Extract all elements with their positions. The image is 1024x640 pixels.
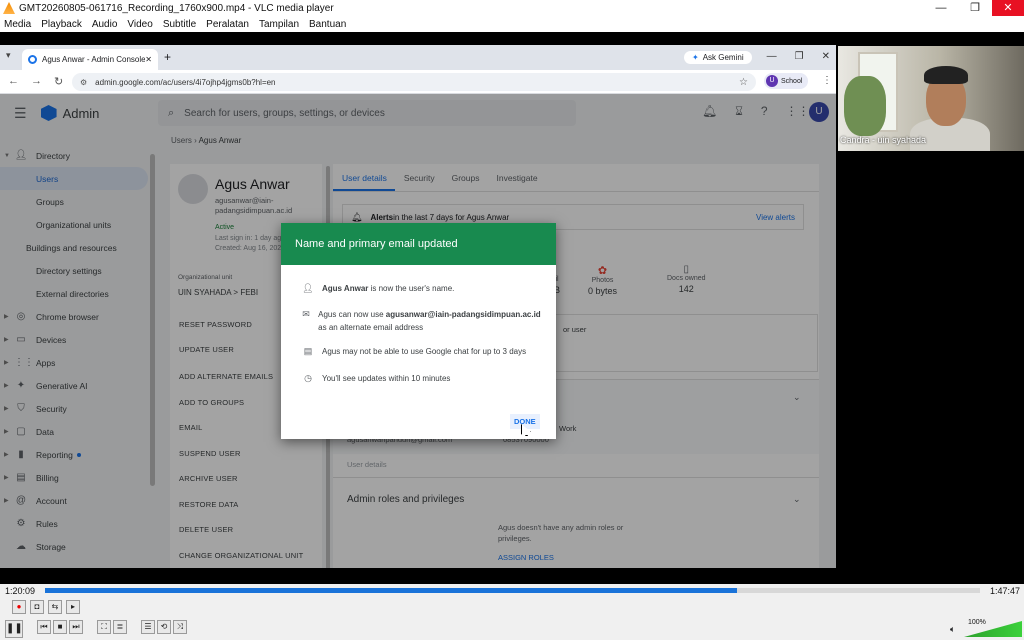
playback-controls: ❚❚ ⏮︎ ■ ⏭︎ ⛶ ≣ ☰ ⟲ ⤨	[5, 620, 187, 638]
dialog-rest: is now the user's name.	[368, 284, 455, 293]
speaker-icon[interactable]: 🔈︎	[950, 624, 955, 635]
dialog-pre: Agus can now use	[318, 310, 386, 319]
browser-minimize-icon[interactable]: —	[767, 51, 777, 62]
url-field[interactable]: ⚙ admin.google.com/ac/users/4i7ojhp4jgms…	[72, 73, 756, 91]
back-icon[interactable]: ←	[8, 75, 19, 88]
admin-page: ☰ Admin ⌕ Search for users, groups, sett…	[0, 94, 836, 568]
frame-step-icon[interactable]: ▸	[66, 600, 80, 614]
window-controls: — ❐ ✕	[924, 0, 1024, 16]
site-info-icon[interactable]: ⚙	[80, 78, 87, 87]
menu-view[interactable]: Tampilan	[259, 19, 299, 30]
total-time: 1:47:47	[990, 586, 1021, 596]
clock-icon: ◷	[304, 373, 312, 383]
nav-buttons: ← → ↻	[8, 75, 63, 88]
video-area[interactable]: ▾ Agus Anwar - Admin Console ✕ + ✦ Ask G…	[0, 32, 1024, 584]
menu-audio[interactable]: Audio	[92, 19, 118, 30]
tab-search-icon[interactable]: ▾	[6, 50, 11, 61]
window-title: GMT20260805-061716_Recording_1760x900.mp…	[19, 2, 334, 14]
gemini-label: Ask Gemini	[702, 53, 744, 62]
dialog-rest: as an alternate email address	[318, 323, 424, 332]
loop-ab-icon[interactable]: ⇆	[48, 600, 62, 614]
browser-close-icon[interactable]: ✕	[822, 51, 830, 62]
tab-title: Agus Anwar - Admin Console	[42, 55, 146, 64]
address-bar: ← → ↻ ⚙ admin.google.com/ac/users/4i7ojh…	[0, 70, 836, 94]
shuffle-icon[interactable]: ⤨	[173, 620, 187, 634]
admin-favicon-icon	[28, 55, 37, 64]
elapsed-time: 1:20:09	[5, 586, 36, 596]
done-button[interactable]: DONE	[510, 414, 540, 429]
profile-avatar: U	[766, 75, 778, 87]
profile-label: School	[781, 77, 803, 85]
volume-slider[interactable]: 100%	[964, 619, 1022, 637]
volume-percent: 100%	[968, 619, 986, 626]
dialog-text: Agus can now use agusanwar@iain-padangsi…	[318, 308, 542, 334]
menu-help[interactable]: Bantuan	[309, 19, 346, 30]
fullscreen-icon[interactable]: ⛶	[97, 620, 111, 634]
tab-strip: ▾ Agus Anwar - Admin Console ✕ + ✦ Ask G…	[0, 45, 836, 70]
pause-icon[interactable]: ❚❚	[5, 620, 23, 638]
vlc-cone-icon	[3, 2, 15, 14]
browser-window: ▾ Agus Anwar - Admin Console ✕ + ✦ Ask G…	[0, 45, 836, 568]
close-icon[interactable]: ✕	[992, 0, 1024, 16]
webcam-label: Candra - uin syahada	[840, 135, 927, 145]
menu-media[interactable]: Media	[4, 19, 31, 30]
seek-bar[interactable]	[45, 588, 980, 593]
dialog-text: You'll see updates within 10 minutes	[322, 374, 451, 383]
vlc-controls: 1:20:09 1:47:47 ● ◘ ⇆ ▸ ❚❚ ⏮︎ ■ ⏭︎ ⛶ ≣ ☰…	[0, 584, 1024, 640]
vlc-title-bar: GMT20260805-061716_Recording_1760x900.mp…	[0, 0, 1024, 16]
dialog-line-email: ✉ Agus can now use agusanwar@iain-padang…	[302, 308, 542, 334]
minimize-icon[interactable]: —	[924, 0, 958, 16]
dialog-text: Agus Anwar is now the user's name.	[322, 282, 454, 295]
forward-icon[interactable]: →	[31, 75, 42, 88]
vlc-menubar: Media Playback Audio Video Subtitle Pera…	[0, 16, 1024, 32]
seek-bar-fill	[45, 588, 737, 593]
person-cap	[924, 66, 968, 84]
playlist-icon[interactable]: ☰	[141, 620, 155, 634]
bookmark-star-icon[interactable]: ☆	[739, 77, 748, 88]
dialog-line-chat: ▤ Agus may not be able to use Google cha…	[302, 345, 526, 358]
person-icon: 👤︎	[302, 283, 314, 293]
mail-icon: ✉	[302, 309, 310, 319]
loop-icon[interactable]: ⟲	[157, 620, 171, 634]
gemini-sparkle-icon: ✦	[692, 53, 699, 62]
browser-restore-icon[interactable]: ❐	[795, 51, 804, 62]
profile-chip[interactable]: U School	[764, 73, 809, 89]
snapshot-icon[interactable]: ◘	[30, 600, 44, 614]
dialog-line-name: 👤︎ Agus Anwar is now the user's name.	[302, 282, 454, 295]
record-icon[interactable]: ●	[12, 600, 26, 614]
menu-subtitle[interactable]: Subtitle	[163, 19, 196, 30]
background-plant	[844, 76, 886, 136]
browser-tab[interactable]: Agus Anwar - Admin Console ✕	[22, 49, 158, 70]
chat-icon: ▤	[303, 346, 313, 356]
next-icon[interactable]: ⏭︎	[69, 620, 83, 634]
advanced-controls: ● ◘ ⇆ ▸	[12, 600, 80, 614]
menu-tools[interactable]: Peralatan	[206, 19, 249, 30]
menu-playback[interactable]: Playback	[41, 19, 82, 30]
browser-menu-icon[interactable]: ⋮	[822, 75, 832, 86]
tab-close-icon[interactable]: ✕	[145, 55, 152, 64]
reload-icon[interactable]: ↻	[54, 75, 63, 88]
stop-icon[interactable]: ■	[53, 620, 67, 634]
dialog-text: Agus may not be able to use Google chat …	[322, 347, 527, 356]
dialog-bold: agusanwar@iain-padangsidimpuan.ac.id	[385, 310, 541, 319]
new-tab-button[interactable]: +	[164, 50, 171, 64]
restore-icon[interactable]: ❐	[958, 0, 992, 16]
dialog-title: Name and primary email updated	[281, 223, 556, 265]
url-text: admin.google.com/ac/users/4i7ojhp4jgms0b…	[95, 77, 276, 87]
browser-window-controls: — ❐ ✕	[767, 51, 830, 62]
previous-icon[interactable]: ⏮︎	[37, 620, 51, 634]
extended-settings-icon[interactable]: ≣	[113, 620, 127, 634]
ask-gemini-button[interactable]: ✦ Ask Gemini	[684, 51, 752, 64]
dialog-bold: Agus Anwar	[322, 284, 369, 293]
dialog-line-updates: ◷ You'll see updates within 10 minutes	[302, 372, 450, 385]
update-confirmation-dialog: Name and primary email updated 👤︎ Agus A…	[281, 223, 556, 439]
menu-video[interactable]: Video	[127, 19, 152, 30]
